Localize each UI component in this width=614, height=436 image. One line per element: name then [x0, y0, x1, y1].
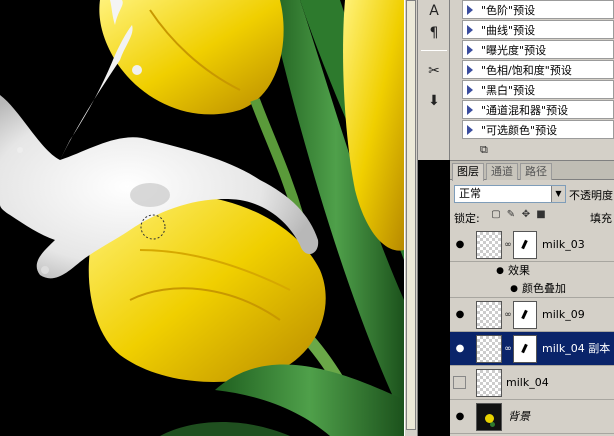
- expand-triangle-icon[interactable]: [467, 124, 473, 135]
- tab-layers[interactable]: 图层: [452, 163, 484, 181]
- eye-icon[interactable]: ●: [453, 238, 467, 252]
- preset-channel-mixer[interactable]: "通道混和器"预设: [462, 100, 614, 119]
- layer-mask-thumbnail[interactable]: [513, 301, 537, 329]
- color-overlay-row[interactable]: ● 颜色叠加: [450, 280, 614, 298]
- effects-label: 效果: [508, 264, 530, 277]
- blend-mode-select[interactable]: 正常 ▼: [454, 185, 566, 203]
- preset-label: "通道混和器"预设: [481, 103, 569, 117]
- preset-list: "色阶"预设 "曲线"预设 "曝光度"预设 "色相/饱和度"预设 "黑白"预设 …: [462, 0, 614, 140]
- color-overlay-eye-icon[interactable]: ●: [508, 282, 520, 296]
- layer-name: milk_04 副本: [542, 342, 611, 355]
- lock-pixels-icon[interactable]: ✎: [505, 208, 517, 222]
- lock-position-icon[interactable]: ✥: [520, 208, 532, 222]
- layer-thumbnail: [476, 301, 502, 329]
- preset-label: "曲线"预设: [481, 23, 536, 37]
- link-icon[interactable]: ∞: [504, 343, 512, 355]
- preset-selective-color[interactable]: "可选颜色"预设: [462, 120, 614, 139]
- layer-mask-thumbnail[interactable]: [513, 231, 537, 259]
- preset-label: "可选颜色"预设: [481, 123, 558, 137]
- preset-levels[interactable]: "色阶"预设: [462, 0, 614, 19]
- preset-exposure[interactable]: "曝光度"预设: [462, 40, 614, 59]
- layer-row-milk-04[interactable]: milk_04: [450, 366, 614, 400]
- expand-triangle-icon[interactable]: [467, 4, 473, 15]
- layer-name: milk_03: [542, 238, 585, 251]
- layer-row-milk-04-copy[interactable]: ● ∞ milk_04 副本: [450, 332, 614, 366]
- lock-options: ▢ ✎ ✥ ■: [490, 208, 547, 222]
- preset-hue-saturation[interactable]: "色相/饱和度"预设: [462, 60, 614, 79]
- document-canvas[interactable]: [0, 0, 404, 436]
- paragraph-icon[interactable]: ¶: [422, 22, 446, 44]
- layer-effects-row[interactable]: ● 效果: [450, 262, 614, 280]
- preset-label: "黑白"预设: [481, 83, 536, 97]
- fill-label: 填充: [590, 212, 612, 225]
- opacity-label: 不透明度: [569, 189, 613, 202]
- adjustments-presets-panel: "色阶"预设 "曲线"预设 "曝光度"预设 "色相/饱和度"预设 "黑白"预设 …: [450, 0, 614, 160]
- preset-curves[interactable]: "曲线"预设: [462, 20, 614, 39]
- layer-thumbnail: [476, 231, 502, 259]
- lock-transparent-icon[interactable]: ▢: [490, 208, 502, 222]
- expand-triangle-icon[interactable]: [467, 104, 473, 115]
- layer-mask-thumbnail[interactable]: [513, 335, 537, 363]
- mask-stroke: [521, 343, 528, 354]
- chevron-down-icon[interactable]: ▼: [551, 186, 565, 202]
- lock-label: 锁定:: [454, 212, 480, 225]
- preset-label: "色相/饱和度"预设: [481, 63, 572, 77]
- mask-stroke: [521, 309, 528, 320]
- canvas-vertical-scrollbar[interactable]: [404, 0, 418, 436]
- expand-triangle-icon[interactable]: [467, 44, 473, 55]
- visibility-toggle-empty[interactable]: [453, 376, 466, 389]
- character-icon[interactable]: A: [422, 0, 446, 22]
- stamp-icon[interactable]: ⬇: [422, 90, 446, 112]
- eye-icon[interactable]: ●: [453, 308, 467, 322]
- clip-to-layer-icon[interactable]: ⧉: [480, 143, 496, 157]
- lock-all-icon[interactable]: ■: [535, 208, 547, 222]
- layer-thumbnail: [476, 369, 502, 397]
- layer-row-background[interactable]: ● 背景: [450, 400, 614, 434]
- eye-icon[interactable]: ●: [453, 410, 467, 424]
- tab-paths[interactable]: 路径: [520, 163, 552, 180]
- effects-eye-icon[interactable]: ●: [494, 264, 506, 278]
- mask-stroke: [521, 239, 528, 250]
- layer-row-milk-03[interactable]: ● ∞ milk_03: [450, 228, 614, 262]
- preset-label: "色阶"预设: [481, 3, 536, 17]
- layer-list: ● ∞ milk_03 ● 效果 ● 颜色叠加 ● ∞ milk_09 ● ∞: [450, 228, 614, 434]
- expand-triangle-icon[interactable]: [467, 84, 473, 95]
- tab-channels[interactable]: 通道: [486, 163, 518, 180]
- tool-separator: [421, 50, 447, 51]
- expand-triangle-icon[interactable]: [467, 24, 473, 35]
- layer-name: 背景: [508, 410, 530, 423]
- expand-triangle-icon[interactable]: [467, 64, 473, 75]
- color-overlay-label: 颜色叠加: [522, 282, 566, 295]
- layer-thumbnail: [476, 335, 502, 363]
- eye-icon[interactable]: ●: [453, 342, 467, 356]
- layers-panel-tabs: 图层 通道 路径: [450, 161, 614, 181]
- link-icon[interactable]: ∞: [504, 309, 512, 321]
- link-icon[interactable]: ∞: [504, 239, 512, 251]
- panel-icon-strip: A ¶ ✂ ⬇: [418, 0, 450, 160]
- background-thumbnail: [476, 403, 502, 431]
- blend-mode-value: 正常: [459, 187, 481, 200]
- scrollbar-thumb[interactable]: [406, 0, 416, 430]
- layer-name: milk_04: [506, 376, 549, 389]
- layers-panel: 图层 通道 路径 正常 ▼ 不透明度 锁定: ▢ ✎ ✥ ■ 填充 ● ∞ mi…: [450, 160, 614, 436]
- preset-label: "曝光度"预设: [481, 43, 547, 57]
- preset-black-white[interactable]: "黑白"预设: [462, 80, 614, 99]
- layer-name: milk_09: [542, 308, 585, 321]
- tulip-milk-photo: [0, 0, 404, 436]
- layer-row-milk-09[interactable]: ● ∞ milk_09: [450, 298, 614, 332]
- tools-icon[interactable]: ✂: [422, 60, 446, 82]
